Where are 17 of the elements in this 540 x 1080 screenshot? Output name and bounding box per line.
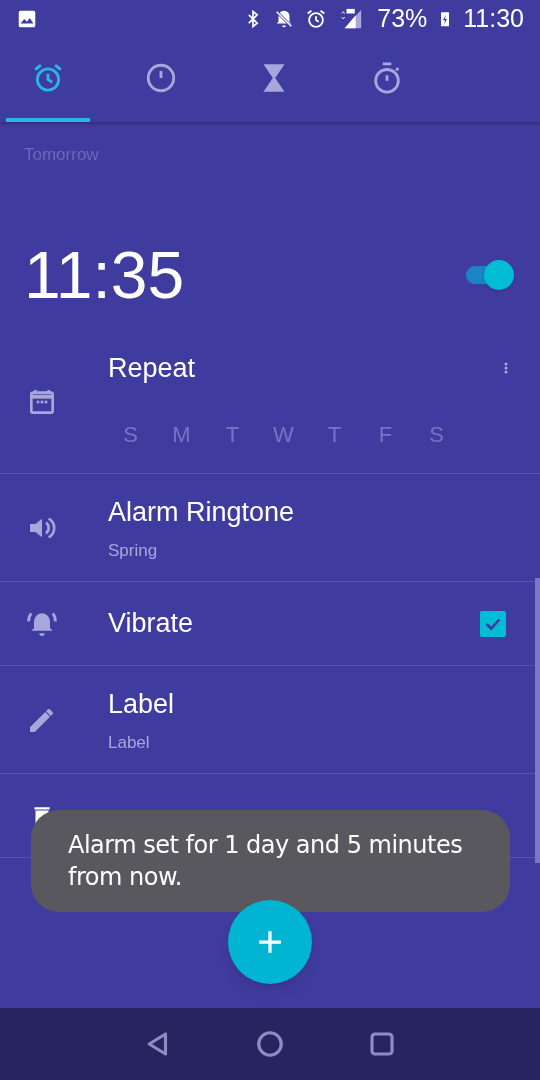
checkbox[interactable] [480, 610, 506, 637]
image-icon [16, 8, 38, 30]
recents-icon[interactable] [367, 1029, 397, 1059]
option-title[interactable]: Label [108, 683, 175, 724]
option-title[interactable]: Vibrate [108, 603, 194, 644]
battery-percentage: 73% [377, 3, 428, 35]
option-title[interactable]: Alarm Ringtone [108, 491, 295, 532]
repeat-label: Repeat [108, 351, 196, 385]
alarm-time[interactable]: 11:35 [24, 241, 185, 308]
home-icon[interactable] [255, 1029, 285, 1059]
clock-icon [144, 61, 178, 95]
clock-time: 11:30 [463, 3, 524, 35]
toast-message: Alarm set for 1 day and 5 minutes from now. [68, 830, 464, 893]
alarm-toggle[interactable] [466, 259, 512, 290]
add-icon [257, 929, 283, 955]
option-value: Label [108, 732, 150, 754]
option-value: Spring [108, 540, 158, 562]
